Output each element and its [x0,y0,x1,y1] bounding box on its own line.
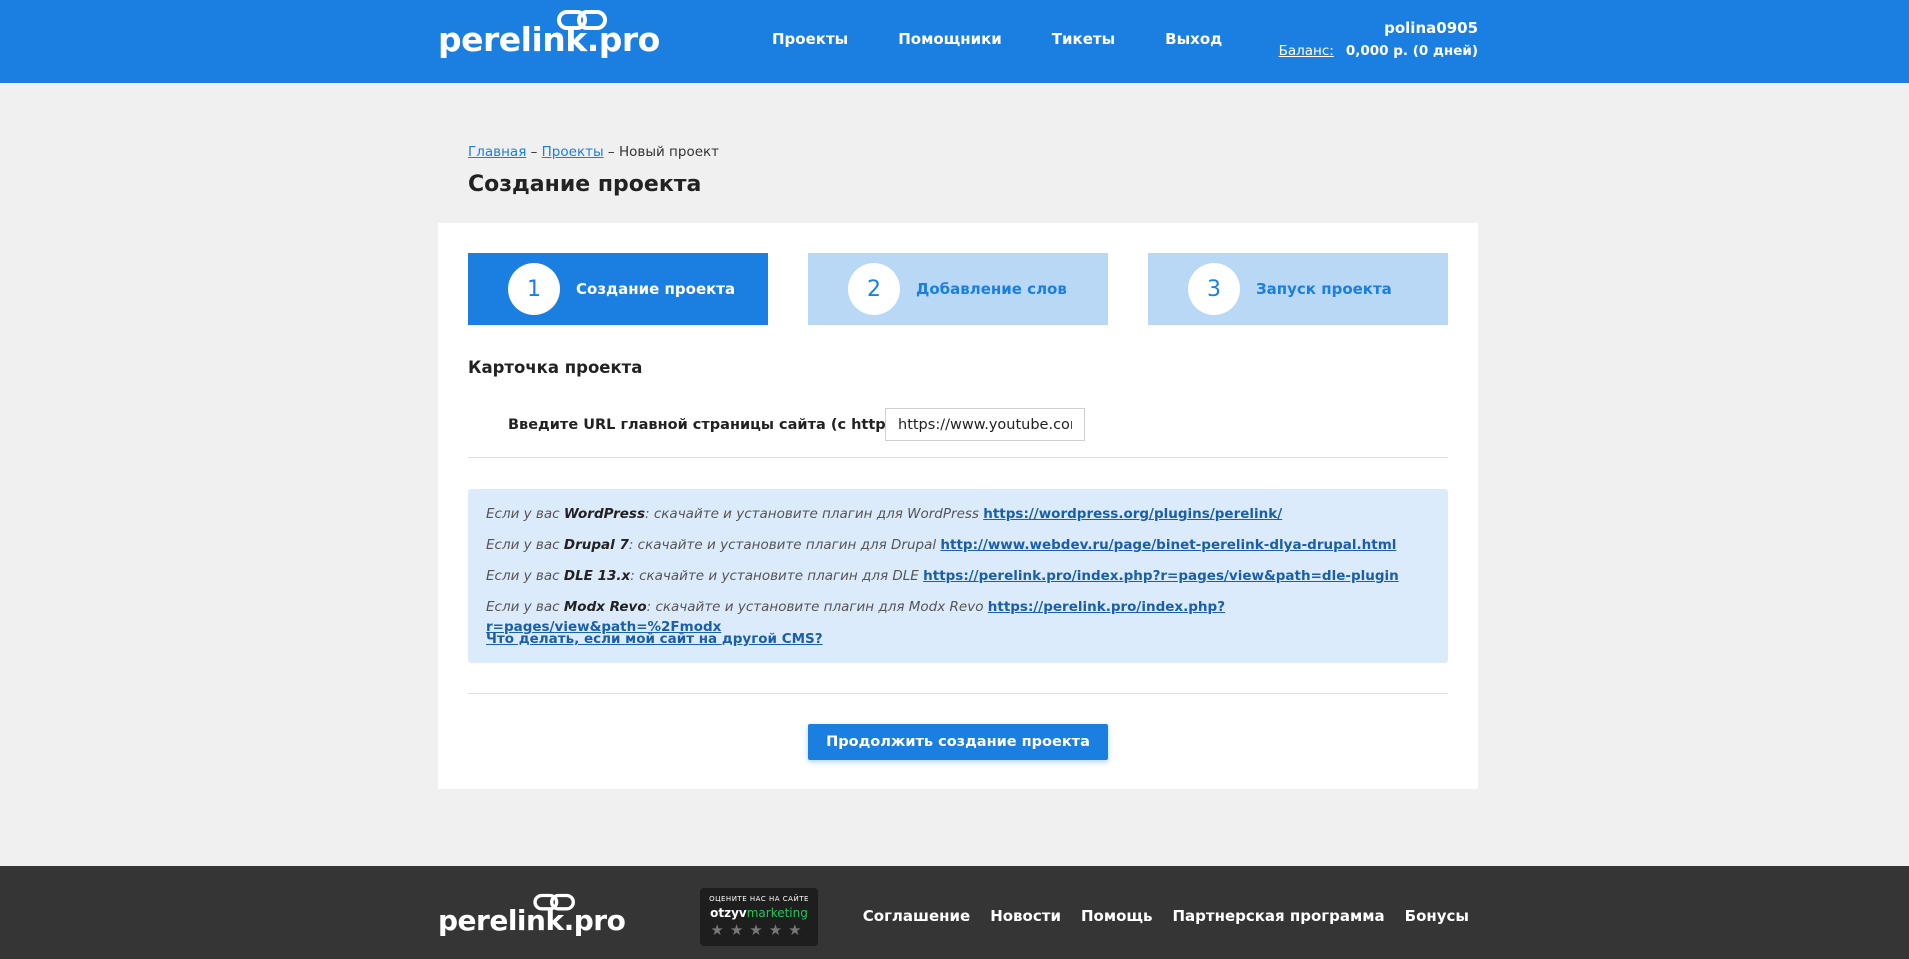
main-nav: Проекты Помощники Тикеты Выход [772,30,1222,48]
step-launch-project[interactable]: 3 Запуск проекта [1148,253,1448,325]
star-rating-icon: ★★★★★ [710,921,808,939]
wizard-steps: 1 Создание проекта 2 Добавление слов 3 З… [468,253,1448,325]
footer-nav: Соглашение Новости Помощь Партнерская пр… [863,907,1469,925]
nav-tickets[interactable]: Тикеты [1052,30,1115,48]
badge-caption: ОЦЕНИТЕ НАС НА САЙТЕ [709,895,809,903]
breadcrumb-projects[interactable]: Проекты [542,144,604,160]
footer: perelink.pro ОЦЕНИТЕ НАС НА САЙТЕ otzyvm… [0,866,1909,959]
top-header: perelink.pro Проекты Помощники Тикеты Вы… [0,0,1909,83]
continue-button[interactable]: Продолжить создание проекта [808,724,1108,760]
breadcrumb-current: Новый проект [618,144,720,160]
step-number: 3 [1188,263,1240,315]
step-number: 2 [848,263,900,315]
step-add-words[interactable]: 2 Добавление слов [808,253,1108,325]
drupal-plugin-link[interactable]: http://www.webdev.ru/page/binet-perelink… [940,537,1396,553]
step-label: Добавление слов [916,280,1067,298]
footer-agreement[interactable]: Соглашение [863,907,970,925]
url-input[interactable] [885,408,1085,441]
step-label: Создание проекта [576,280,736,298]
footer-help[interactable]: Помощь [1081,907,1153,925]
wordpress-plugin-link[interactable]: https://wordpress.org/plugins/perelink/ [983,506,1282,522]
nav-logout[interactable]: Выход [1165,30,1222,48]
url-label: Введите URL главной страницы сайта (с ht… [508,417,947,433]
badge-brand: otzyvmarketing [710,906,808,920]
footer-bonuses[interactable]: Бонусы [1405,907,1469,925]
breadcrumb: Главная – Проекты – Новый проект [468,144,719,160]
breadcrumb-home[interactable]: Главная [468,144,526,160]
dle-plugin-link[interactable]: https://perelink.pro/index.php?r=pages/v… [923,568,1399,584]
user-info: polina0905 Баланс: 0,000 р. (0 дней) [1279,19,1478,59]
chain-link-icon [557,10,607,30]
balance: Баланс: 0,000 р. (0 дней) [1279,43,1478,59]
logo-text: perelink.pro [438,19,660,59]
info-wordpress: Если у вас WordPress: скачайте и установ… [486,506,1283,522]
info-drupal: Если у вас Drupal 7: скачайте и установи… [486,537,1397,553]
step-number: 1 [508,263,560,315]
info-dle: Если у вас DLE 13.x: скачайте и установи… [486,568,1399,584]
page-title: Создание проекта [468,172,702,197]
footer-news[interactable]: Новости [990,907,1061,925]
step-create-project[interactable]: 1 Создание проекта [468,253,768,325]
step-label: Запуск проекта [1256,280,1392,298]
section-title: Карточка проекта [468,358,643,377]
divider [468,693,1448,694]
nav-projects[interactable]: Проекты [772,30,848,48]
otzyv-badge[interactable]: ОЦЕНИТЕ НАС НА САЙТЕ otzyvmarketing ★★★★… [700,888,818,946]
nav-helpers[interactable]: Помощники [898,30,1002,48]
footer-partner-program[interactable]: Партнерская программа [1172,907,1384,925]
project-card: 1 Создание проекта 2 Добавление слов 3 З… [438,223,1478,789]
plugins-info-box: Если у вас WordPress: скачайте и установ… [468,489,1448,663]
breadcrumb-separator: – [526,144,542,160]
breadcrumb-separator: – [603,144,619,160]
balance-value: 0,000 р. (0 дней) [1345,43,1478,59]
footer-logo[interactable]: perelink.pro [438,893,626,937]
info-modx: Если у вас Modx Revo: скачайте и установ… [486,599,1226,635]
username[interactable]: polina0905 [1279,19,1478,37]
chain-link-icon [533,893,575,911]
other-cms-link[interactable]: Что делать, если мой сайт на другой CMS? [486,631,823,647]
logo[interactable]: perelink.pro [438,10,660,64]
divider [468,457,1448,458]
balance-link[interactable]: Баланс: [1279,43,1334,59]
